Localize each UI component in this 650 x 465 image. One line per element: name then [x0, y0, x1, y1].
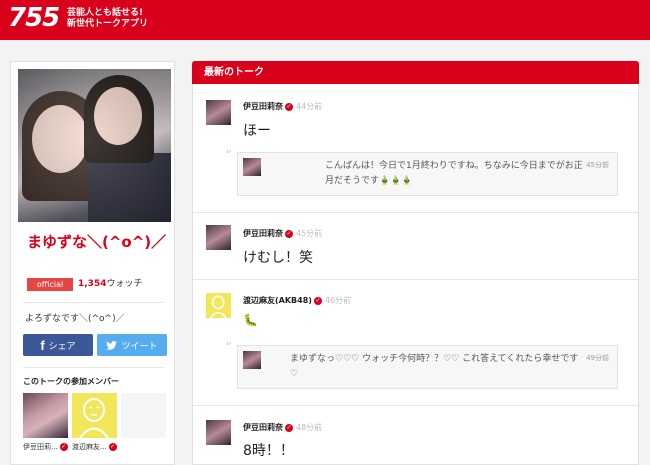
verified-icon: ✓ — [59, 443, 68, 451]
verified-icon: ✓ — [313, 296, 322, 305]
members-title: このトークの参加メンバー — [23, 377, 119, 386]
poster-name: 伊豆田莉奈 ✓ 48分前 — [243, 422, 322, 433]
tagline-line1: 芸能人とも話せる! — [67, 8, 144, 18]
member-name-2: 渡辺麻友... — [72, 443, 107, 451]
site-header: 755 芸能人とも話せる! 新世代トークアプリ — [0, 0, 650, 40]
talk-feed: 最新のトーク 伊豆田莉奈 ✓ 44分前 ほー “ こんばんは！今日で1月終わりですね… — [192, 61, 639, 465]
facebook-share-button[interactable]: f シェア — [23, 334, 93, 356]
reply-avatar — [243, 351, 261, 369]
twitter-share-button[interactable]: ツイート — [97, 334, 167, 356]
post-time: 46分前 — [324, 296, 352, 305]
member-label-1: 伊豆田莉... ✓ — [23, 442, 68, 452]
post-divider — [193, 212, 638, 213]
verified-icon: ✓ — [285, 102, 293, 111]
post-divider — [193, 279, 638, 280]
post-time: 48分前 — [296, 423, 323, 432]
reply-time: 45分前 — [586, 161, 609, 169]
divider — [23, 367, 164, 368]
post-time: 45分前 — [296, 229, 323, 238]
divider — [23, 302, 164, 303]
verified-icon: ✓ — [285, 423, 293, 432]
reply-avatar — [243, 158, 261, 176]
room-sidebar: まゆずな＼(^o^)／ official 1,354ウォッチ よろずなです＼(^… — [10, 61, 175, 465]
quote-icon: “ — [225, 340, 233, 356]
poster-name-text: 渡辺麻友(AKB48) — [243, 296, 312, 305]
reply-box[interactable]: こんばんは！今日で1月終わりですね。ちなみに今日までがお正月だそうです🎍🎍🎍 4… — [237, 152, 618, 196]
poster-avatar[interactable] — [206, 420, 231, 445]
watch-count: 1,354ウォッチ — [78, 278, 142, 291]
feed-title: 最新のトーク — [192, 61, 639, 84]
member-avatar-empty — [121, 393, 166, 438]
twitter-share-label: ツイート — [121, 341, 158, 352]
post-body: ほー — [243, 123, 271, 139]
member-illustration-icon — [79, 398, 109, 438]
poster-avatar[interactable] — [206, 225, 231, 250]
tagline: 芸能人とも話せる! 新世代トークアプリ — [67, 8, 148, 30]
watch-count-number: 1,354 — [78, 279, 107, 289]
post-time: 44分前 — [296, 102, 323, 111]
quote-icon: “ — [225, 148, 233, 164]
reply-time: 49分前 — [586, 354, 609, 362]
verified-icon: ✓ — [285, 229, 293, 238]
poster-avatar[interactable] — [206, 293, 231, 319]
member-avatar-1[interactable] — [23, 393, 68, 438]
twitter-icon — [106, 340, 118, 350]
room-description: よろずなです＼(^o^)／ — [25, 314, 125, 324]
member-name-1: 伊豆田莉... — [23, 443, 58, 451]
room-photo — [18, 69, 171, 222]
member-avatar-2[interactable] — [72, 393, 117, 438]
reply-text: まゆずなっ♡♡♡ ウォッチ今何時？？♡♡ これ答えてくれたら幸せです♡ — [290, 354, 579, 379]
poster-name: 伊豆田莉奈 ✓ 45分前 — [243, 228, 322, 239]
verified-icon: ✓ — [108, 443, 117, 451]
member-illustration-icon — [209, 295, 227, 319]
post-body: 🐛 — [243, 313, 258, 327]
logo[interactable]: 755 — [8, 3, 60, 33]
member-label-2: 渡辺麻友... ✓ — [72, 442, 117, 452]
poster-name: 渡辺麻友(AKB48) ✓ 46分前 — [243, 295, 351, 306]
reply-text: こんばんは！今日で1月終わりですね。ちなみに今日までがお正月だそうです🎍🎍🎍 — [325, 161, 583, 186]
reply-box[interactable]: まゆずなっ♡♡♡ ウォッチ今何時？？♡♡ これ答えてくれたら幸せです♡ 49分前 — [237, 345, 618, 389]
post-divider — [193, 405, 638, 406]
post-body: けむし！笑 — [243, 250, 313, 266]
post-body: 8時！！ — [243, 443, 294, 459]
facebook-icon: f — [40, 337, 45, 353]
poster-avatar[interactable] — [206, 100, 231, 125]
poster-name: 伊豆田莉奈 ✓ 44分前 — [243, 101, 322, 112]
facebook-share-label: シェア — [48, 341, 76, 352]
poster-name-text: 伊豆田莉奈 — [243, 102, 283, 111]
official-badge: official — [27, 278, 73, 291]
poster-name-text: 伊豆田莉奈 — [243, 423, 283, 432]
watch-count-suffix: ウォッチ — [106, 279, 143, 289]
room-name: まゆずな＼(^o^)／ — [27, 233, 167, 251]
tagline-line2: 新世代トークアプリ — [67, 19, 149, 29]
poster-name-text: 伊豆田莉奈 — [243, 229, 283, 238]
